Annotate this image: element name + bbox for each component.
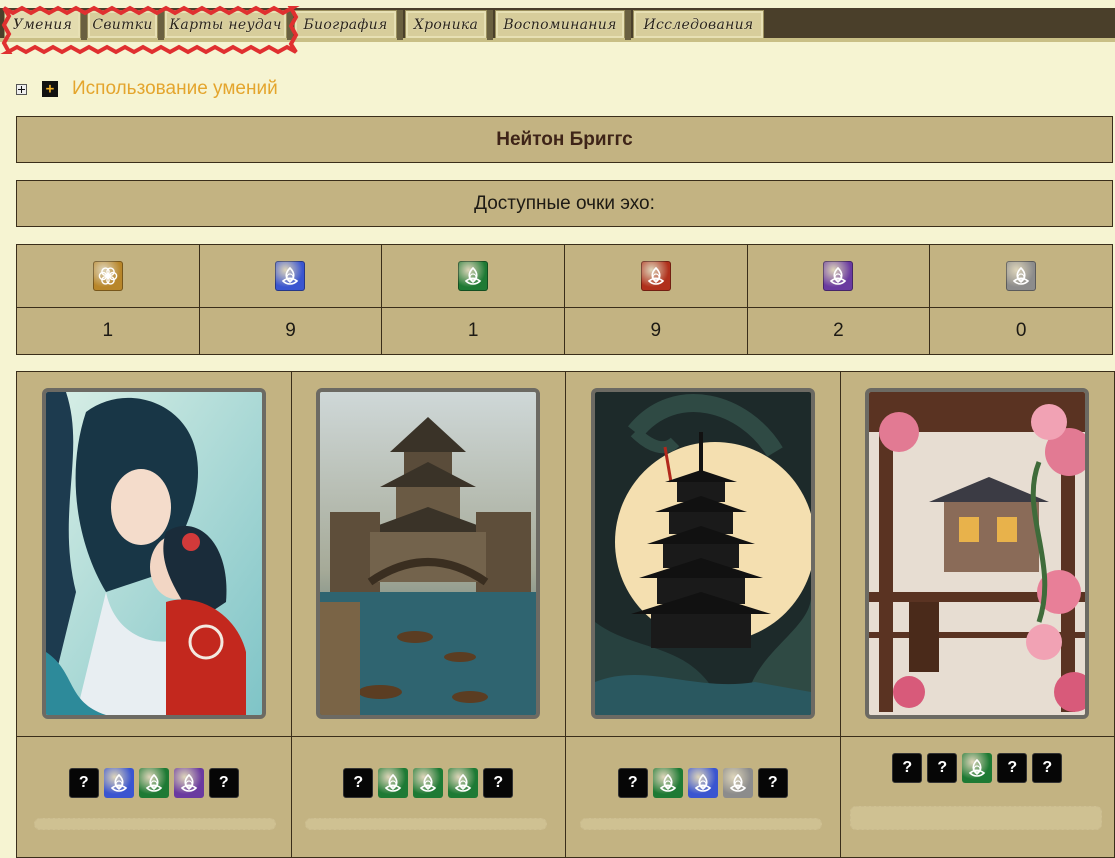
card-cell xyxy=(16,371,292,737)
red-triquetra-icon xyxy=(640,260,671,291)
green-triquetra-icon[interactable] xyxy=(962,753,993,783)
card-detail-box xyxy=(850,806,1102,830)
unknown-echo-chip[interactable]: ? xyxy=(483,768,514,798)
echo-value: 1 xyxy=(381,306,565,356)
unknown-echo-chip[interactable]: ? xyxy=(617,768,648,798)
purple-triquetra-icon[interactable] xyxy=(173,768,204,798)
accordion-label[interactable]: Использование умений xyxy=(72,78,278,100)
tab-research[interactable]: Исследования xyxy=(633,10,764,38)
tab-scrolls[interactable]: Свитки xyxy=(87,10,158,38)
card-detail-box xyxy=(580,818,822,830)
elf-couple-card-art[interactable] xyxy=(41,388,266,719)
green-triquetra-icon xyxy=(458,260,489,291)
blue-triquetra-icon[interactable] xyxy=(103,768,134,798)
plus-square-icon[interactable] xyxy=(16,83,27,95)
card-echo-chips: ???? xyxy=(841,753,1115,783)
tab-chronicle[interactable]: Хроника xyxy=(405,10,487,38)
unknown-echo-chip[interactable]: ? xyxy=(757,768,788,798)
tab-separator xyxy=(287,10,293,40)
card-cell xyxy=(290,371,566,737)
plus-box-icon[interactable]: + xyxy=(42,81,58,97)
card-echo-chips: ?? xyxy=(17,768,291,798)
card-detail-box xyxy=(34,818,276,830)
blue-triquetra-icon xyxy=(275,260,306,291)
unknown-echo-chip[interactable]: ? xyxy=(343,768,374,798)
green-triquetra-icon[interactable] xyxy=(413,768,444,798)
echo-type-cell xyxy=(746,244,931,308)
tab-memories[interactable]: Воспоминания xyxy=(495,10,625,38)
card-cell: ?? xyxy=(16,736,292,858)
echo-type-cell xyxy=(198,244,383,308)
unknown-echo-chip[interactable]: ? xyxy=(892,753,923,783)
cards-table: ?? ?? ?? ???? xyxy=(16,371,1115,858)
gray-triquetra-icon[interactable] xyxy=(722,768,753,798)
character-name-panel: Нейтон Бриггс xyxy=(16,116,1113,163)
echo-points-title: Доступные очки эхо: xyxy=(474,192,655,214)
green-triquetra-icon[interactable] xyxy=(378,768,409,798)
green-triquetra-icon[interactable] xyxy=(448,768,479,798)
green-triquetra-icon[interactable] xyxy=(138,768,169,798)
tab-separator xyxy=(625,10,631,40)
tab-biography[interactable]: Биография xyxy=(294,10,397,38)
echo-type-cell xyxy=(929,244,1113,308)
tab-bar-underline xyxy=(0,38,1115,42)
unknown-echo-chip[interactable]: ? xyxy=(208,768,239,798)
tab-separator xyxy=(397,10,403,40)
echo-value: 2 xyxy=(746,306,931,356)
unknown-echo-chip[interactable]: ? xyxy=(927,753,958,783)
card-cell: ?? xyxy=(565,736,841,858)
tab-failure-cards[interactable]: Карты неудач xyxy=(164,10,287,38)
echo-value: 1 xyxy=(16,306,200,356)
canal-town-card-art[interactable] xyxy=(316,388,541,719)
character-name: Нейтон Бриггс xyxy=(496,128,633,150)
echo-points-table: 191920 xyxy=(16,244,1113,356)
echo-points-panel: Доступные очки эхо: xyxy=(16,180,1113,227)
unknown-echo-chip[interactable]: ? xyxy=(997,753,1028,783)
tab-skills[interactable]: Умения xyxy=(4,10,81,38)
unknown-echo-chip[interactable]: ? xyxy=(1032,753,1063,783)
echo-type-cell xyxy=(381,244,565,308)
echo-value: 9 xyxy=(563,306,748,356)
card-cell xyxy=(839,371,1115,737)
unknown-echo-chip[interactable]: ? xyxy=(68,768,99,798)
tab-separator xyxy=(487,10,493,40)
green-triquetra-icon[interactable] xyxy=(652,768,683,798)
echo-value: 0 xyxy=(929,306,1113,356)
echo-value: 9 xyxy=(198,306,383,356)
gray-triquetra-icon xyxy=(1006,260,1037,291)
card-cell xyxy=(565,371,841,737)
echo-type-cell xyxy=(16,244,200,308)
card-cell: ?? xyxy=(290,736,566,858)
serpent-pagoda-card-art[interactable] xyxy=(590,388,815,719)
skills-usage-accordion[interactable]: + Использование умений xyxy=(16,78,278,100)
card-cell: ???? xyxy=(839,736,1115,858)
card-detail-box xyxy=(305,818,547,830)
purple-triquetra-icon xyxy=(823,260,854,291)
card-echo-chips: ?? xyxy=(566,768,840,798)
echo-type-cell xyxy=(563,244,748,308)
blue-triquetra-icon[interactable] xyxy=(687,768,718,798)
gold-flower-echo-icon xyxy=(92,260,123,291)
card-echo-chips: ?? xyxy=(292,768,566,798)
flower-veranda-card-art[interactable] xyxy=(865,388,1090,719)
